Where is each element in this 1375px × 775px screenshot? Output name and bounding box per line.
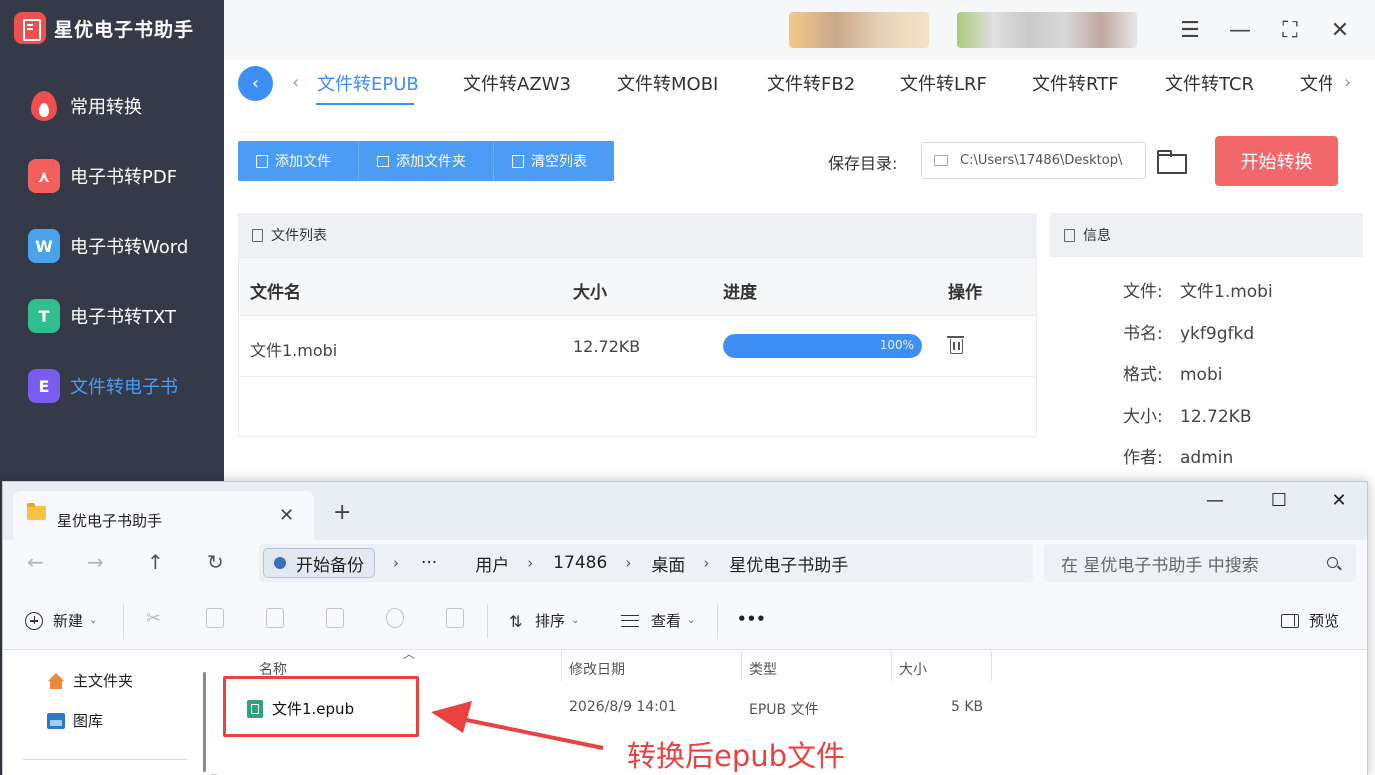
arrow-shaft [451, 715, 604, 750]
annotation-arrow [431, 701, 604, 750]
arrow-head [431, 701, 472, 733]
annotation-text: 转换后epub文件 [627, 739, 846, 773]
